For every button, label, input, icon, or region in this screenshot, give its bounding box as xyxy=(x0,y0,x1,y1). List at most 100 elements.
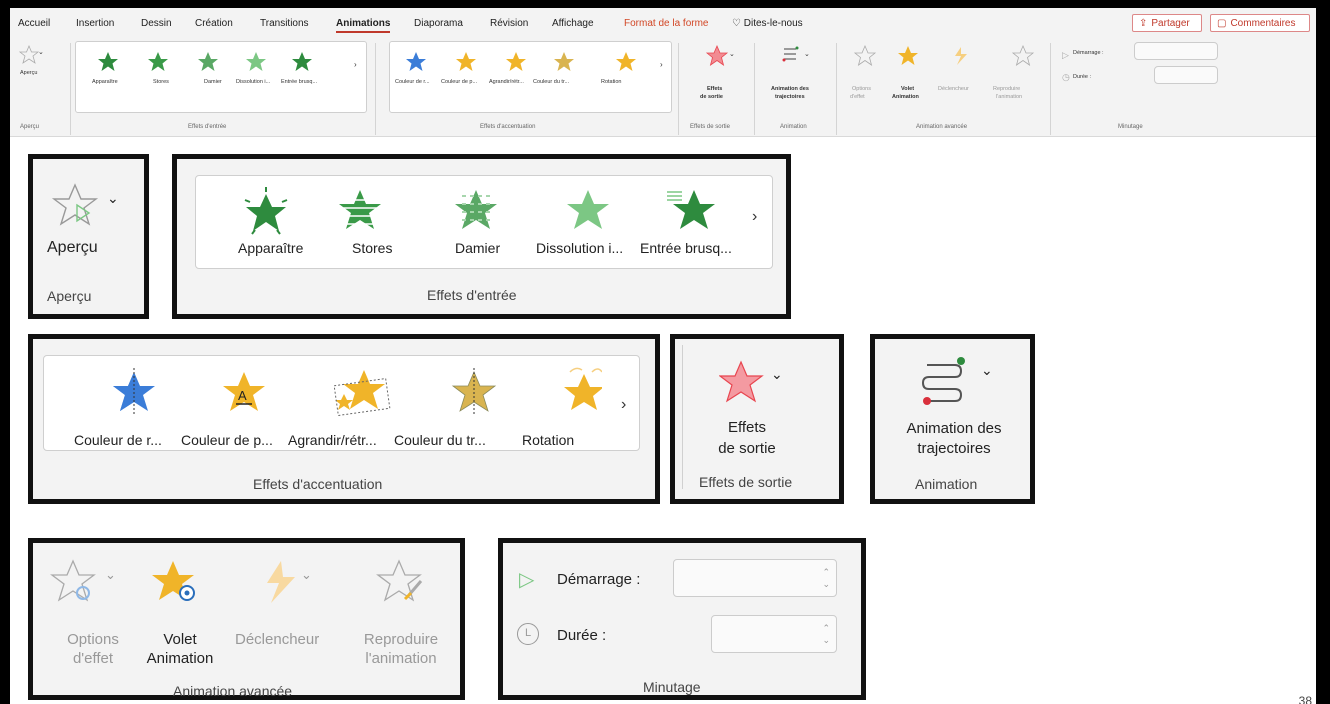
font-color-star-icon: A xyxy=(223,372,265,411)
mini-advanced-icons xyxy=(853,44,1035,66)
zoom-trigger-label: Déclencheur xyxy=(235,631,320,648)
svg-text:A: A xyxy=(238,388,247,403)
zoom-entry-item-checkerboard[interactable]: Damier xyxy=(455,240,500,256)
tell-me-label: Dites-le-nous xyxy=(743,18,803,29)
tab-transitions[interactable]: Transitions xyxy=(260,18,309,29)
svg-text:⌄: ⌄ xyxy=(105,567,116,582)
mini-entry-more-chevron[interactable]: › xyxy=(354,60,357,69)
mini-path-label-1: Animation des xyxy=(771,86,809,92)
duration-stepper[interactable]: ⌃ ⌄ xyxy=(711,615,837,653)
tab-format-forme[interactable]: Format de la forme xyxy=(624,18,708,29)
entry-more-chevron-icon[interactable]: › xyxy=(752,208,757,226)
zoom-painter-label-2: l'animation xyxy=(365,650,437,667)
svg-text:⌄: ⌄ xyxy=(301,567,312,582)
mini-exit-star-icon[interactable]: ⌄ xyxy=(705,44,737,68)
zoom-emphasis-item-font-color[interactable]: Couleur de p... xyxy=(181,432,273,448)
mini-emphasis-item[interactable]: Couleur du tr... xyxy=(533,79,569,85)
mini-preview-button[interactable]: ⌄ xyxy=(18,44,44,71)
spin-star-icon xyxy=(564,367,602,410)
mini-entry-stars xyxy=(98,52,312,71)
zoom-path-label-2: trajectoires xyxy=(917,440,991,457)
fly-in-star-icon xyxy=(667,190,715,229)
mini-emphasis-more-chevron[interactable]: › xyxy=(660,60,663,69)
mini-path-label-2: trajectoires xyxy=(775,94,805,100)
mini-emphasis-item[interactable]: Agrandir/rétr... xyxy=(489,79,524,85)
mini-entry-item[interactable]: Damier xyxy=(204,79,222,85)
zoom-entry-panel: Apparaître Stores Damier Dissolution i..… xyxy=(172,154,791,319)
zoom-exit-button[interactable]: ⌄ xyxy=(718,359,799,410)
mini-painter-label-2: l'animation xyxy=(996,94,1023,100)
mini-exit-group: Effets de sortie xyxy=(690,124,730,130)
tab-creation[interactable]: Création xyxy=(195,18,233,29)
zoom-entry-item-dissolve[interactable]: Dissolution i... xyxy=(536,240,623,256)
zoom-painter-label-1: Reproduire xyxy=(363,631,439,648)
mini-path-icon[interactable]: ⌄ xyxy=(780,44,812,68)
share-button[interactable]: ⇪ Partager xyxy=(1132,14,1202,32)
zoom-emphasis-item-line-color[interactable]: Couleur du tr... xyxy=(394,432,486,448)
zoom-options-label-1: Options xyxy=(67,631,119,648)
emphasis-more-chevron-icon[interactable]: › xyxy=(621,396,626,414)
mini-advanced-group: Animation avancée xyxy=(916,124,968,130)
mini-trigger-label: Déclencheur xyxy=(938,86,969,92)
tab-insertion[interactable]: Insertion xyxy=(76,18,114,29)
tab-dessin[interactable]: Dessin xyxy=(141,18,172,29)
animation-pane-icon xyxy=(152,561,195,601)
zoom-advanced-group: Animation avancée xyxy=(173,683,293,699)
mini-entry-item[interactable]: Entrée brusq... xyxy=(281,79,317,85)
mini-exit-label-2: de sortie xyxy=(700,94,723,100)
mini-path-group: Animation xyxy=(780,124,807,130)
mini-duration-label: Durée : xyxy=(1073,74,1092,80)
mini-entry-item[interactable]: Stores xyxy=(153,79,169,85)
divider xyxy=(375,43,376,135)
preview-star-icon: ⌄ xyxy=(51,183,119,226)
svg-text:⌄: ⌄ xyxy=(804,51,810,58)
divider xyxy=(70,43,71,135)
mini-emphasis-item[interactable]: Couleur de p... xyxy=(441,79,477,85)
mini-entry-item[interactable]: Apparaître xyxy=(92,79,118,85)
comments-label: Commentaires xyxy=(1230,17,1296,29)
comment-icon: ▢ xyxy=(1217,17,1227,29)
trigger-icon: ⌄ xyxy=(267,561,312,603)
mini-emphasis-item[interactable]: Couleur de r... xyxy=(395,79,430,85)
comments-button[interactable]: ▢ Commentaires xyxy=(1210,14,1310,32)
zoom-preview-button[interactable]: ⌄ xyxy=(51,181,131,234)
fill-color-star-icon xyxy=(113,368,155,414)
zoom-emphasis-item-spin[interactable]: Rotation xyxy=(522,432,574,448)
zoom-entry-gallery: Apparaître Stores Damier Dissolution i..… xyxy=(195,175,773,269)
exit-star-icon: ⌄ xyxy=(718,360,783,403)
mini-entry-group: Effets d'entrée xyxy=(188,124,227,130)
checkerboard-star-icon xyxy=(455,190,497,229)
zoom-emphasis-group: Effets d'accentuation xyxy=(253,476,383,492)
mini-start-dropdown[interactable] xyxy=(1134,42,1218,60)
mini-preview-label: Aperçu xyxy=(20,70,38,76)
advanced-icons: ⌄ ⌄ xyxy=(50,559,423,603)
zoom-entry-item-fly-in[interactable]: Entrée brusq... xyxy=(640,240,732,256)
zoom-path-group: Animation xyxy=(915,476,978,492)
mini-emphasis-group: Effets d'accentuation xyxy=(480,124,536,130)
zoom-path-button[interactable]: ⌄ xyxy=(921,355,1001,410)
tab-accueil[interactable]: Accueil xyxy=(18,18,50,29)
divider xyxy=(836,43,837,135)
start-dropdown[interactable]: ⌃ ⌄ xyxy=(673,559,837,597)
tell-me-search[interactable]: ♡ Dites-le-nous xyxy=(732,18,803,29)
zoom-emphasis-stars: A xyxy=(113,367,602,417)
zoom-entry-item-blinds[interactable]: Stores xyxy=(352,240,392,256)
tab-affichage[interactable]: Affichage xyxy=(552,18,594,29)
mini-duration-stepper[interactable] xyxy=(1154,66,1218,84)
effect-options-icon: ⌄ xyxy=(50,559,116,602)
zoom-exit-panel: ⌄ Effets de sortie Effets de sortie xyxy=(670,334,844,504)
zoom-exit-label-1: Effets xyxy=(727,419,767,436)
tab-diaporama[interactable]: Diaporama xyxy=(414,18,463,29)
tab-revision[interactable]: Révision xyxy=(490,18,528,29)
tab-animations[interactable]: Animations xyxy=(336,18,391,33)
zoom-emphasis-item-fill-color[interactable]: Couleur de r... xyxy=(74,432,162,448)
grow-shrink-star-icon xyxy=(333,370,391,417)
mini-preview-group: Aperçu xyxy=(20,124,40,130)
mini-emphasis-item[interactable]: Rotation xyxy=(601,79,622,85)
zoom-entry-item-appear[interactable]: Apparaître xyxy=(238,240,303,256)
dissolve-star-icon xyxy=(567,190,609,229)
appear-star-icon xyxy=(244,187,288,235)
mini-entry-item[interactable]: Dissolution i... xyxy=(236,79,270,85)
zoom-emphasis-item-grow-shrink[interactable]: Agrandir/rétr... xyxy=(288,432,377,448)
zoom-entry-group: Effets d'entrée xyxy=(427,287,517,303)
